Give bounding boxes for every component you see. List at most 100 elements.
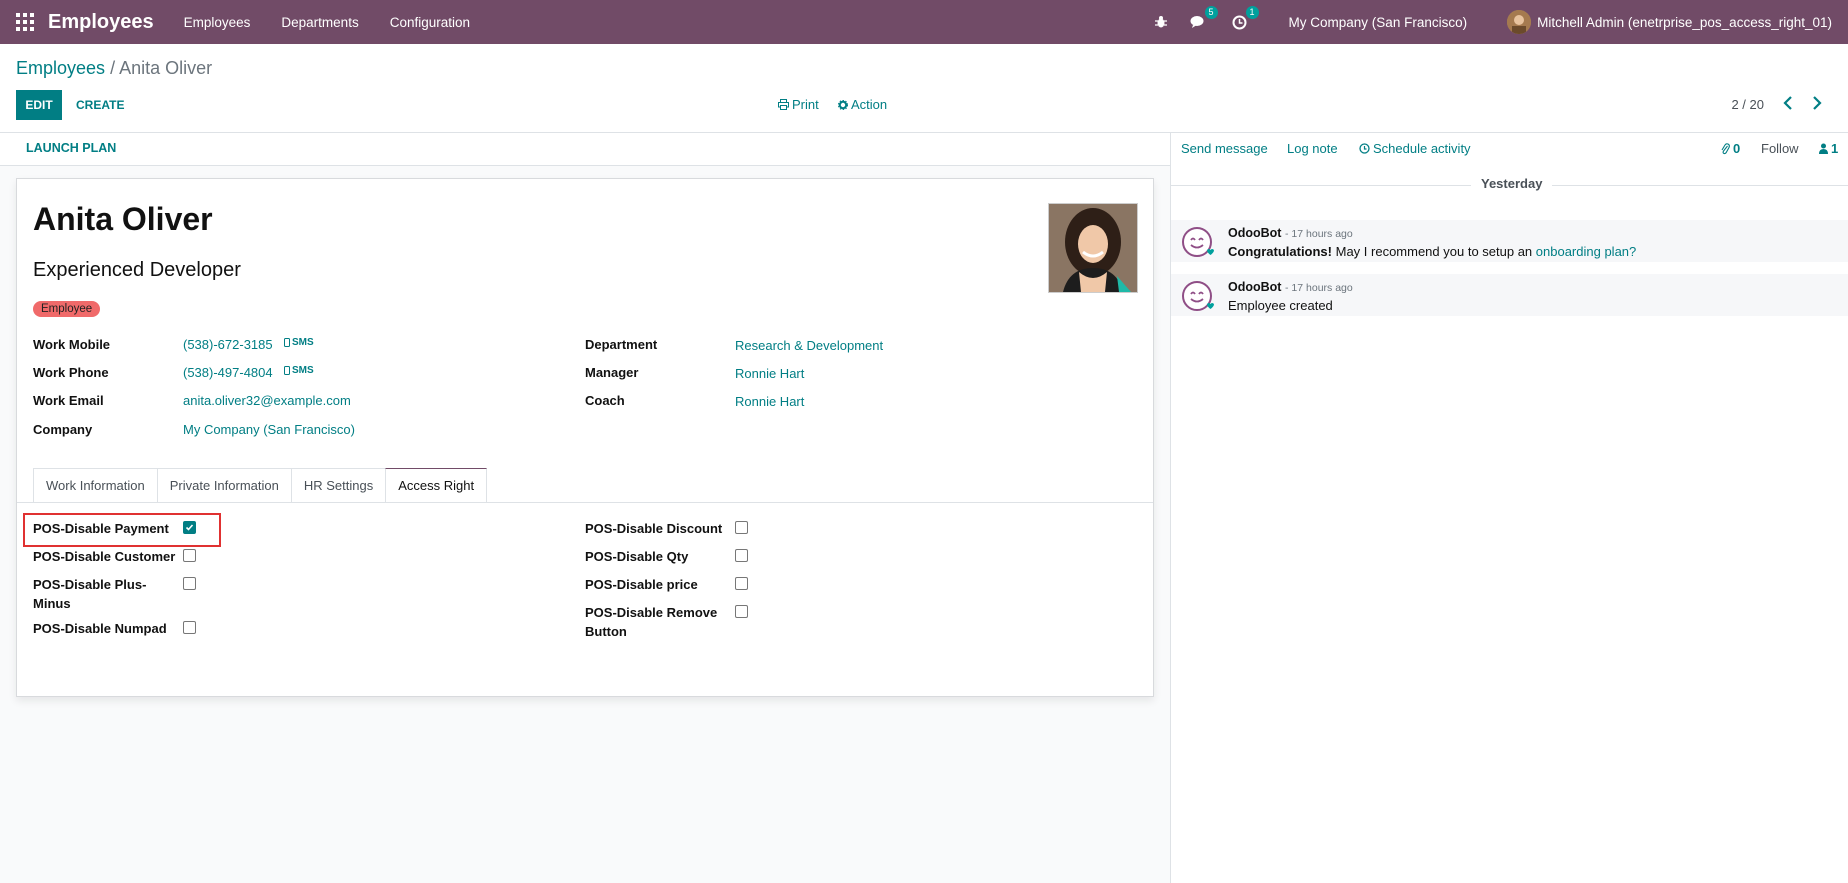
employee-form-sheet: Anita Oliver Experienced Developer Emplo… [16,178,1154,697]
manager-value[interactable]: Ronnie Hart [735,366,804,381]
followers-button[interactable]: 1 [1819,141,1838,156]
action-menu[interactable]: Action [838,97,887,112]
manager-label: Manager [585,365,639,380]
messages-badge: 5 [1204,6,1218,19]
pos-disable-qty-checkbox[interactable] [735,549,748,562]
print-icon [778,99,789,110]
message-text: May I recommend you to setup an [1332,244,1536,259]
pos-disable-qty-label: POS-Disable Qty [585,549,689,564]
pos-disable-discount-label: POS-Disable Discount [585,521,723,536]
pos-disable-payment-checkbox[interactable] [183,521,196,534]
sms-label: SMS [292,337,314,348]
mobile-icon [284,366,290,375]
pager-next-icon[interactable] [1812,96,1822,113]
coach-value[interactable]: Ronnie Hart [735,394,804,409]
breadcrumb: Employees / Anita Oliver [16,58,212,79]
attachments-button[interactable]: 0 [1721,141,1740,156]
check-icon [185,524,194,531]
breadcrumb-employees[interactable]: Employees [16,58,105,78]
message-time: - 17 hours ago [1285,228,1353,240]
employee-tag: Employee [33,301,101,317]
edit-button[interactable]: EDIT [16,90,62,120]
employee-name: Anita Oliver [33,201,213,237]
user-icon [1819,143,1828,154]
followers-count: 1 [1831,141,1839,156]
chatter-message: OdooBot - 17 hours ago Employee created [1171,274,1848,316]
pos-disable-price-label: POS-Disable price [585,577,698,592]
schedule-activity-button[interactable]: Schedule activity [1359,141,1471,156]
pos-disable-numpad-checkbox[interactable] [183,621,196,634]
chatter-panel: Send message Log note Schedule activity … [1170,133,1848,883]
company-value[interactable]: My Company (San Francisco) [183,422,355,437]
sms-button-phone[interactable]: SMS [284,365,314,376]
department-label: Department [585,337,658,352]
work-mobile-label: Work Mobile [33,337,111,352]
company-label: Company [33,422,93,437]
pos-disable-remove-button-checkbox[interactable] [735,605,748,618]
tab-private-information[interactable]: Private Information [156,468,292,503]
log-note-button[interactable]: Log note [1287,141,1338,156]
pos-disable-price-checkbox[interactable] [735,577,748,590]
pos-disable-plus-minus-checkbox[interactable] [183,577,196,590]
odoobot-avatar [1182,227,1214,257]
pos-disable-plus-minus-label: POS-Disable Plus-Minus [33,577,147,611]
work-email-value[interactable]: anita.oliver32@example.com [183,393,351,408]
mobile-icon [284,338,290,347]
work-mobile-value[interactable]: (538)-672-3185 [183,337,273,352]
day-separator-label: Yesterday [1471,176,1553,191]
pos-disable-numpad-label: POS-Disable Numpad [33,621,167,636]
message-body: Employee created [1228,298,1333,313]
menu-configuration[interactable]: Configuration [390,15,470,30]
department-value[interactable]: Research & Development [735,338,883,353]
action-label: Action [851,97,888,112]
employee-photo[interactable] [1048,203,1138,293]
message-time: - 17 hours ago [1285,282,1353,294]
print-menu[interactable]: Print [778,97,819,112]
control-panel: Employees / Anita Oliver EDIT CREATE Pri… [0,44,1848,133]
follow-button[interactable]: Follow [1761,141,1799,156]
breadcrumb-separator: / [110,58,116,78]
sms-button-mobile[interactable]: SMS [284,337,314,348]
message-bold-text: Congratulations! [1228,244,1332,259]
app-grid-icon[interactable] [16,13,34,31]
send-message-button[interactable]: Send message [1181,141,1268,156]
user-menu[interactable]: Mitchell Admin (enetrprise_pos_access_ri… [1507,10,1832,34]
sms-label: SMS [292,365,314,376]
top-navbar: Employees Employees Departments Configur… [0,0,1848,44]
user-avatar [1507,10,1532,34]
company-switcher[interactable]: My Company (San Francisco) [1289,15,1468,30]
menu-departments[interactable]: Departments [281,15,358,30]
notebook-tabs: Work Information Private Information HR … [33,468,488,503]
pos-disable-customer-checkbox[interactable] [183,549,196,562]
pos-disable-discount-checkbox[interactable] [735,521,748,534]
odoobot-avatar [1182,281,1214,311]
app-title[interactable]: Employees [48,11,154,34]
pager-previous-icon[interactable] [1783,96,1793,113]
tab-hr-settings[interactable]: HR Settings [290,468,387,503]
pos-disable-payment-label: POS-Disable Payment [33,521,169,536]
tab-work-information[interactable]: Work Information [33,468,158,503]
launch-plan-button[interactable]: LAUNCH PLAN [26,141,116,155]
pager-value[interactable]: 2 / 20 [1731,97,1764,112]
menu-employees[interactable]: Employees [184,15,251,30]
message-author[interactable]: OdooBot [1228,226,1281,240]
paperclip-icon [1721,142,1730,154]
attachments-count: 0 [1733,141,1741,156]
work-email-label: Work Email [33,393,104,408]
work-phone-value[interactable]: (538)-497-4804 [183,365,273,380]
activities-icon[interactable]: 1 [1232,5,1259,30]
work-phone-label: Work Phone [33,365,109,380]
activities-badge: 1 [1245,5,1259,19]
message-text: Employee created [1228,298,1333,313]
schedule-activity-label: Schedule activity [1373,141,1471,156]
tab-divider [17,502,1153,503]
tab-access-right[interactable]: Access Right [385,468,488,503]
coach-label: Coach [585,393,625,408]
message-author[interactable]: OdooBot [1228,280,1281,294]
messages-icon[interactable]: 5 [1190,6,1218,29]
onboarding-plan-link[interactable]: onboarding plan? [1536,244,1636,259]
bug-icon[interactable] [1154,15,1168,29]
pos-disable-remove-button-label: POS-Disable Remove Button [585,605,718,639]
create-button[interactable]: CREATE [70,90,130,120]
job-title: Experienced Developer [33,259,241,281]
